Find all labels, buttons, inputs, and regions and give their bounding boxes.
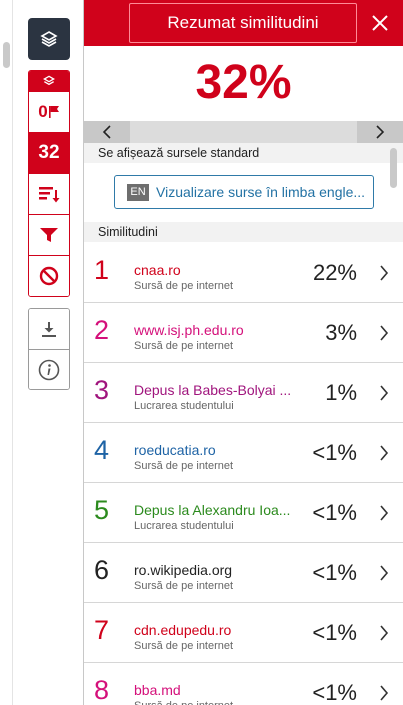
match-source-type: Sursă de pe internet	[134, 640, 234, 652]
match-percentage: <1%	[312, 620, 357, 645]
match-percentage: <1%	[312, 500, 357, 525]
language-button-label: Vizualizare surse în limba engle...	[156, 184, 366, 200]
match-rank: 6	[94, 555, 110, 585]
match-percentage: <1%	[312, 560, 357, 585]
match-rank: 2	[94, 315, 110, 345]
chevron-right-icon	[376, 125, 385, 139]
panel-title: Rezumat similitudini	[167, 13, 319, 32]
exclusions-button[interactable]	[29, 255, 69, 296]
toolbar-scroll-track	[12, 0, 13, 705]
match-percentage: <1%	[312, 680, 357, 705]
match-row[interactable]: 4 roeducatia.ro Sursă de pe internet <1%	[84, 423, 403, 483]
match-row[interactable]: 1 cnaa.ro Sursă de pe internet 22%	[84, 243, 403, 303]
panel-header: Rezumat similitudini	[84, 0, 403, 46]
download-button[interactable]	[29, 309, 69, 349]
filter-icon	[40, 228, 58, 242]
similarity-panel: Rezumat similitudini 32% Se afișează sur…	[84, 0, 403, 705]
chevron-right-icon	[380, 265, 389, 281]
close-icon	[372, 15, 388, 31]
match-rank: 8	[94, 675, 110, 705]
match-row[interactable]: 5 Depus la Alexandru Ioa... Lucrarea stu…	[84, 483, 403, 543]
match-source-type: Sursă de pe internet	[134, 580, 234, 592]
chevron-right-icon	[380, 625, 389, 641]
match-rank: 5	[94, 495, 110, 525]
match-row[interactable]: 2 www.isj.ph.edu.ro Sursă de pe internet…	[84, 303, 403, 363]
info-icon	[38, 359, 60, 380]
similarities-label: Similitudini	[84, 222, 403, 242]
match-source-type: Sursă de pe internet	[134, 700, 233, 705]
match-source-name: roeducatia.ro	[134, 442, 216, 458]
chevron-right-icon	[380, 505, 389, 521]
match-source-name: cdn.edupedu.ro	[134, 622, 232, 638]
chevron-right-icon	[380, 565, 389, 581]
layers-small-icon	[43, 75, 55, 86]
similarity-percentage: 32%	[195, 56, 292, 109]
match-percentage: <1%	[312, 440, 357, 465]
source-nav-bar	[84, 121, 403, 143]
next-button[interactable]	[357, 121, 403, 143]
match-row[interactable]: 8 bba.md Sursă de pe internet <1%	[84, 663, 403, 705]
close-button[interactable]	[365, 8, 395, 38]
match-count-button[interactable]: 32	[29, 132, 69, 173]
sort-button[interactable]	[29, 173, 69, 214]
match-list: 1 cnaa.ro Sursă de pe internet 22% 2 www…	[84, 243, 403, 705]
match-source-type: Lucrarea studentului	[134, 520, 234, 532]
match-source-name: Depus la Alexandru Ioa...	[134, 502, 291, 518]
chevron-right-icon	[380, 685, 389, 701]
match-rank: 7	[94, 615, 110, 645]
match-percentage: 1%	[325, 380, 357, 405]
match-overview-button[interactable]	[29, 71, 69, 91]
match-count: 32	[38, 142, 60, 163]
match-rank: 3	[94, 375, 110, 405]
match-row[interactable]: 6 ro.wikipedia.org Sursă de pe internet …	[84, 543, 403, 603]
language-badge: EN	[127, 183, 149, 201]
toolbar-scrollbar[interactable]	[3, 42, 10, 68]
standard-sources-label: Se afișează sursele standard	[84, 143, 403, 163]
block-icon	[39, 266, 59, 286]
chevron-right-icon	[380, 385, 389, 401]
match-source-name: cnaa.ro	[134, 262, 181, 278]
previous-button[interactable]	[84, 121, 130, 143]
chevron-right-icon	[380, 445, 389, 461]
panel-scrollbar[interactable]	[390, 148, 397, 188]
match-tools-group: 0 32	[28, 70, 70, 297]
match-source-name: Depus la Babes-Bolyai ...	[134, 382, 292, 398]
match-percentage: 22%	[312, 260, 357, 285]
language-sources-button[interactable]: EN Vizualizare surse în limba engle...	[114, 175, 374, 209]
match-row[interactable]: 7 cdn.edupedu.ro Sursă de pe internet <1…	[84, 603, 403, 663]
layers-icon	[40, 31, 58, 47]
flag-icon	[48, 106, 59, 118]
match-row[interactable]: 3 Depus la Babes-Bolyai ... Lucrarea stu…	[84, 363, 403, 423]
match-source-type: Sursă de pe internet	[134, 460, 234, 472]
match-rank: 1	[94, 255, 110, 285]
panel-title-button[interactable]: Rezumat similitudini	[129, 3, 357, 43]
match-source-name: bba.md	[134, 682, 181, 698]
info-button[interactable]	[29, 349, 69, 389]
filter-button[interactable]	[29, 214, 69, 255]
match-source-type: Lucrarea studentului	[134, 400, 234, 412]
chevron-right-icon	[380, 325, 389, 341]
utility-tools-group	[28, 308, 70, 390]
flags-button[interactable]: 0	[29, 91, 69, 132]
layers-button[interactable]	[28, 18, 70, 60]
match-percentage: 3%	[325, 320, 357, 345]
flag-count: 0	[38, 102, 48, 121]
sort-icon	[39, 187, 60, 203]
match-rank: 4	[94, 435, 110, 465]
match-source-name: www.isj.ph.edu.ro	[134, 322, 244, 338]
left-toolbar: 0 32	[0, 0, 84, 705]
match-source-name: ro.wikipedia.org	[134, 562, 233, 578]
download-icon	[42, 322, 56, 337]
match-source-type: Sursă de pe internet	[134, 340, 234, 352]
match-source-type: Sursă de pe internet	[134, 280, 234, 292]
chevron-left-icon	[102, 125, 111, 139]
